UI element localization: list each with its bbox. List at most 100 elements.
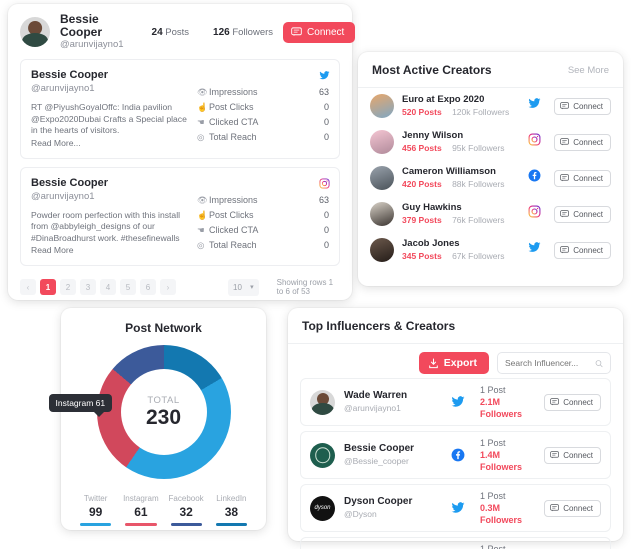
connect-button[interactable]: Connect xyxy=(554,205,611,223)
post-metrics: 👁 Impressions 63 ☝ Post Clicks 0 ☚ Click… xyxy=(197,176,329,257)
connect-chat-icon xyxy=(560,174,570,182)
top-influencers-card: Top Influencers & Creators Export Search… xyxy=(288,308,623,549)
connect-button-label: Connect xyxy=(573,101,603,111)
legend-color-bar xyxy=(125,523,157,526)
creator-identity: Jacob Jones 345 Posts 67k Followers xyxy=(402,238,520,262)
creator-name: Jacob Jones xyxy=(402,238,460,249)
rows-per-page-select[interactable]: 10 ▾ xyxy=(228,278,259,296)
creator-row[interactable]: Jenny Wilson 456 Posts 95k Followers Con… xyxy=(358,124,623,160)
influencer-handle: @Bessie_cooper xyxy=(344,455,409,466)
connect-button[interactable]: Connect xyxy=(283,21,356,43)
creator-row[interactable]: Guy Hawkins 379 Posts 76k Followers Conn… xyxy=(358,196,623,232)
search-influencer-box[interactable] xyxy=(497,352,611,374)
legend-item-linkedin: LinkedIn 38 xyxy=(209,493,254,526)
legend-item-facebook: Facebook 32 xyxy=(164,493,209,526)
creator-stats: 345 Posts 67k Followers xyxy=(402,250,520,262)
metric-label: Post Clicks xyxy=(209,102,254,112)
instagram-icon xyxy=(528,133,546,151)
pagination-next[interactable]: › xyxy=(160,279,176,295)
creator-row[interactable]: Euro at Expo 2020 520 Posts 120k Followe… xyxy=(358,88,623,124)
connect-chat-icon xyxy=(291,27,302,36)
connect-button[interactable]: Connect xyxy=(554,241,611,259)
read-more-link[interactable]: Read More... xyxy=(31,137,191,149)
connect-button[interactable]: Connect xyxy=(554,133,611,151)
creator-posts: 520 Posts xyxy=(402,107,442,117)
influencer-row[interactable]: Bessie Cooper @Bessie_cooper 1 Post 1.4M… xyxy=(300,431,611,479)
avatar xyxy=(370,202,394,226)
avatar xyxy=(370,166,394,190)
connect-chat-icon xyxy=(560,102,570,110)
influencers-card-title: Top Influencers & Creators xyxy=(302,319,456,333)
connect-button-label: Connect xyxy=(573,173,603,183)
creator-name: Cameron Williamson xyxy=(402,166,496,177)
influencer-identity: Wade Warren @arunvijayno1 xyxy=(344,390,436,414)
creator-followers: 88k Followers xyxy=(452,179,505,189)
pagination-page-3[interactable]: 3 xyxy=(80,279,96,295)
donut-total-label: TOTAL xyxy=(147,395,180,406)
legend-item-twitter: Twitter 99 xyxy=(73,493,118,526)
creator-followers: 120k Followers xyxy=(452,107,510,117)
post-metrics: 👁 Impressions 63 ☝ Post Clicks 0 ☚ Click… xyxy=(197,68,329,149)
chevron-down-icon: ▾ xyxy=(250,284,254,291)
dashboard-stage: Bessie Cooper @arunvijayno1 24 Posts 126… xyxy=(0,0,631,549)
metric-row: ☝ Post Clicks 0 xyxy=(197,100,329,115)
avatar xyxy=(370,94,394,118)
profile-posts-card: Bessie Cooper @arunvijayno1 24 Posts 126… xyxy=(8,4,356,300)
connect-button-label: Connect xyxy=(573,137,603,147)
facebook-icon xyxy=(528,169,546,187)
download-icon xyxy=(428,358,438,368)
facebook-icon xyxy=(445,448,471,462)
profile-followers-label: Followers xyxy=(232,26,274,38)
influencer-name: Dyson Cooper xyxy=(344,496,413,508)
pagination-prev[interactable]: ‹ xyxy=(20,279,36,295)
influencer-row[interactable]: dyson Dyson Cooper @Dyson 1 Post 0.3M Fo… xyxy=(300,484,611,532)
connect-button-label: Connect xyxy=(563,450,593,460)
pagination-page-6[interactable]: 6 xyxy=(140,279,156,295)
connect-chat-icon xyxy=(550,451,560,459)
connect-button[interactable]: Connect xyxy=(544,446,601,464)
legend-color-bar xyxy=(215,523,247,526)
connect-button[interactable]: Connect xyxy=(544,393,601,411)
influencer-posts: 1 Post xyxy=(480,491,506,501)
creator-posts: 379 Posts xyxy=(402,215,442,225)
metric-value: 0 xyxy=(323,209,329,220)
connect-button-label: Connect xyxy=(307,26,345,38)
influencer-name: Wade Warren xyxy=(344,390,408,402)
connect-button[interactable]: Connect xyxy=(554,97,611,115)
metric-value: 0 xyxy=(323,132,329,142)
post-author-name: Bessie Cooper xyxy=(31,69,109,81)
influencer-row[interactable]: Arlene McCoy @aArlene McCoy 1 Post 0.2M … xyxy=(300,537,611,549)
creators-card-header: Most Active Creators See More xyxy=(358,52,623,88)
network-legend: Twitter 99 Instagram 61 Facebook 32 Link… xyxy=(61,479,266,526)
profile-identity: Bessie Cooper @arunvijayno1 xyxy=(60,13,124,51)
pagination-page-4[interactable]: 4 xyxy=(100,279,116,295)
pagination-page-1[interactable]: 1 xyxy=(40,279,56,295)
creator-row[interactable]: Jacob Jones 345 Posts 67k Followers Conn… xyxy=(358,232,623,268)
post-content: Bessie Cooper @arunvijayno1 Powder room … xyxy=(31,176,191,257)
influencer-stats: 1 Post 0.3M Followers xyxy=(480,490,535,526)
pagination-page-5[interactable]: 5 xyxy=(120,279,136,295)
connect-button-label: Connect xyxy=(563,397,593,407)
connect-chat-icon xyxy=(560,246,570,254)
post-row[interactable]: Bessie Cooper @arunvijayno1 RT @PiyushGo… xyxy=(20,59,340,159)
connect-button[interactable]: Connect xyxy=(544,499,601,517)
read-more-link[interactable]: Read More xyxy=(31,244,191,256)
legend-value: 99 xyxy=(88,505,103,519)
influencers-toolbar: Export xyxy=(288,344,623,378)
connect-chat-icon xyxy=(550,504,560,512)
creator-row[interactable]: Cameron Williamson 420 Posts 88k Followe… xyxy=(358,160,623,196)
influencer-row[interactable]: Wade Warren @arunvijayno1 1 Post 2.1M Fo… xyxy=(300,378,611,426)
connect-chat-icon xyxy=(560,138,570,146)
search-input[interactable] xyxy=(505,358,592,368)
post-text: RT @PiyushGoyalOffc: India pavilion @Exp… xyxy=(31,102,187,135)
connect-button[interactable]: Connect xyxy=(554,169,611,187)
profile-name: Bessie Cooper xyxy=(60,12,102,39)
post-row[interactable]: Bessie Cooper @arunvijayno1 Powder room … xyxy=(20,166,340,266)
influencer-posts: 1 Post xyxy=(480,544,506,549)
creator-stats: 420 Posts 88k Followers xyxy=(402,178,520,190)
influencer-name: Bessie Cooper xyxy=(344,443,415,455)
see-more-link[interactable]: See More xyxy=(568,65,609,76)
pagination-page-2[interactable]: 2 xyxy=(60,279,76,295)
export-button[interactable]: Export xyxy=(418,352,489,374)
legend-value: 32 xyxy=(179,505,193,519)
